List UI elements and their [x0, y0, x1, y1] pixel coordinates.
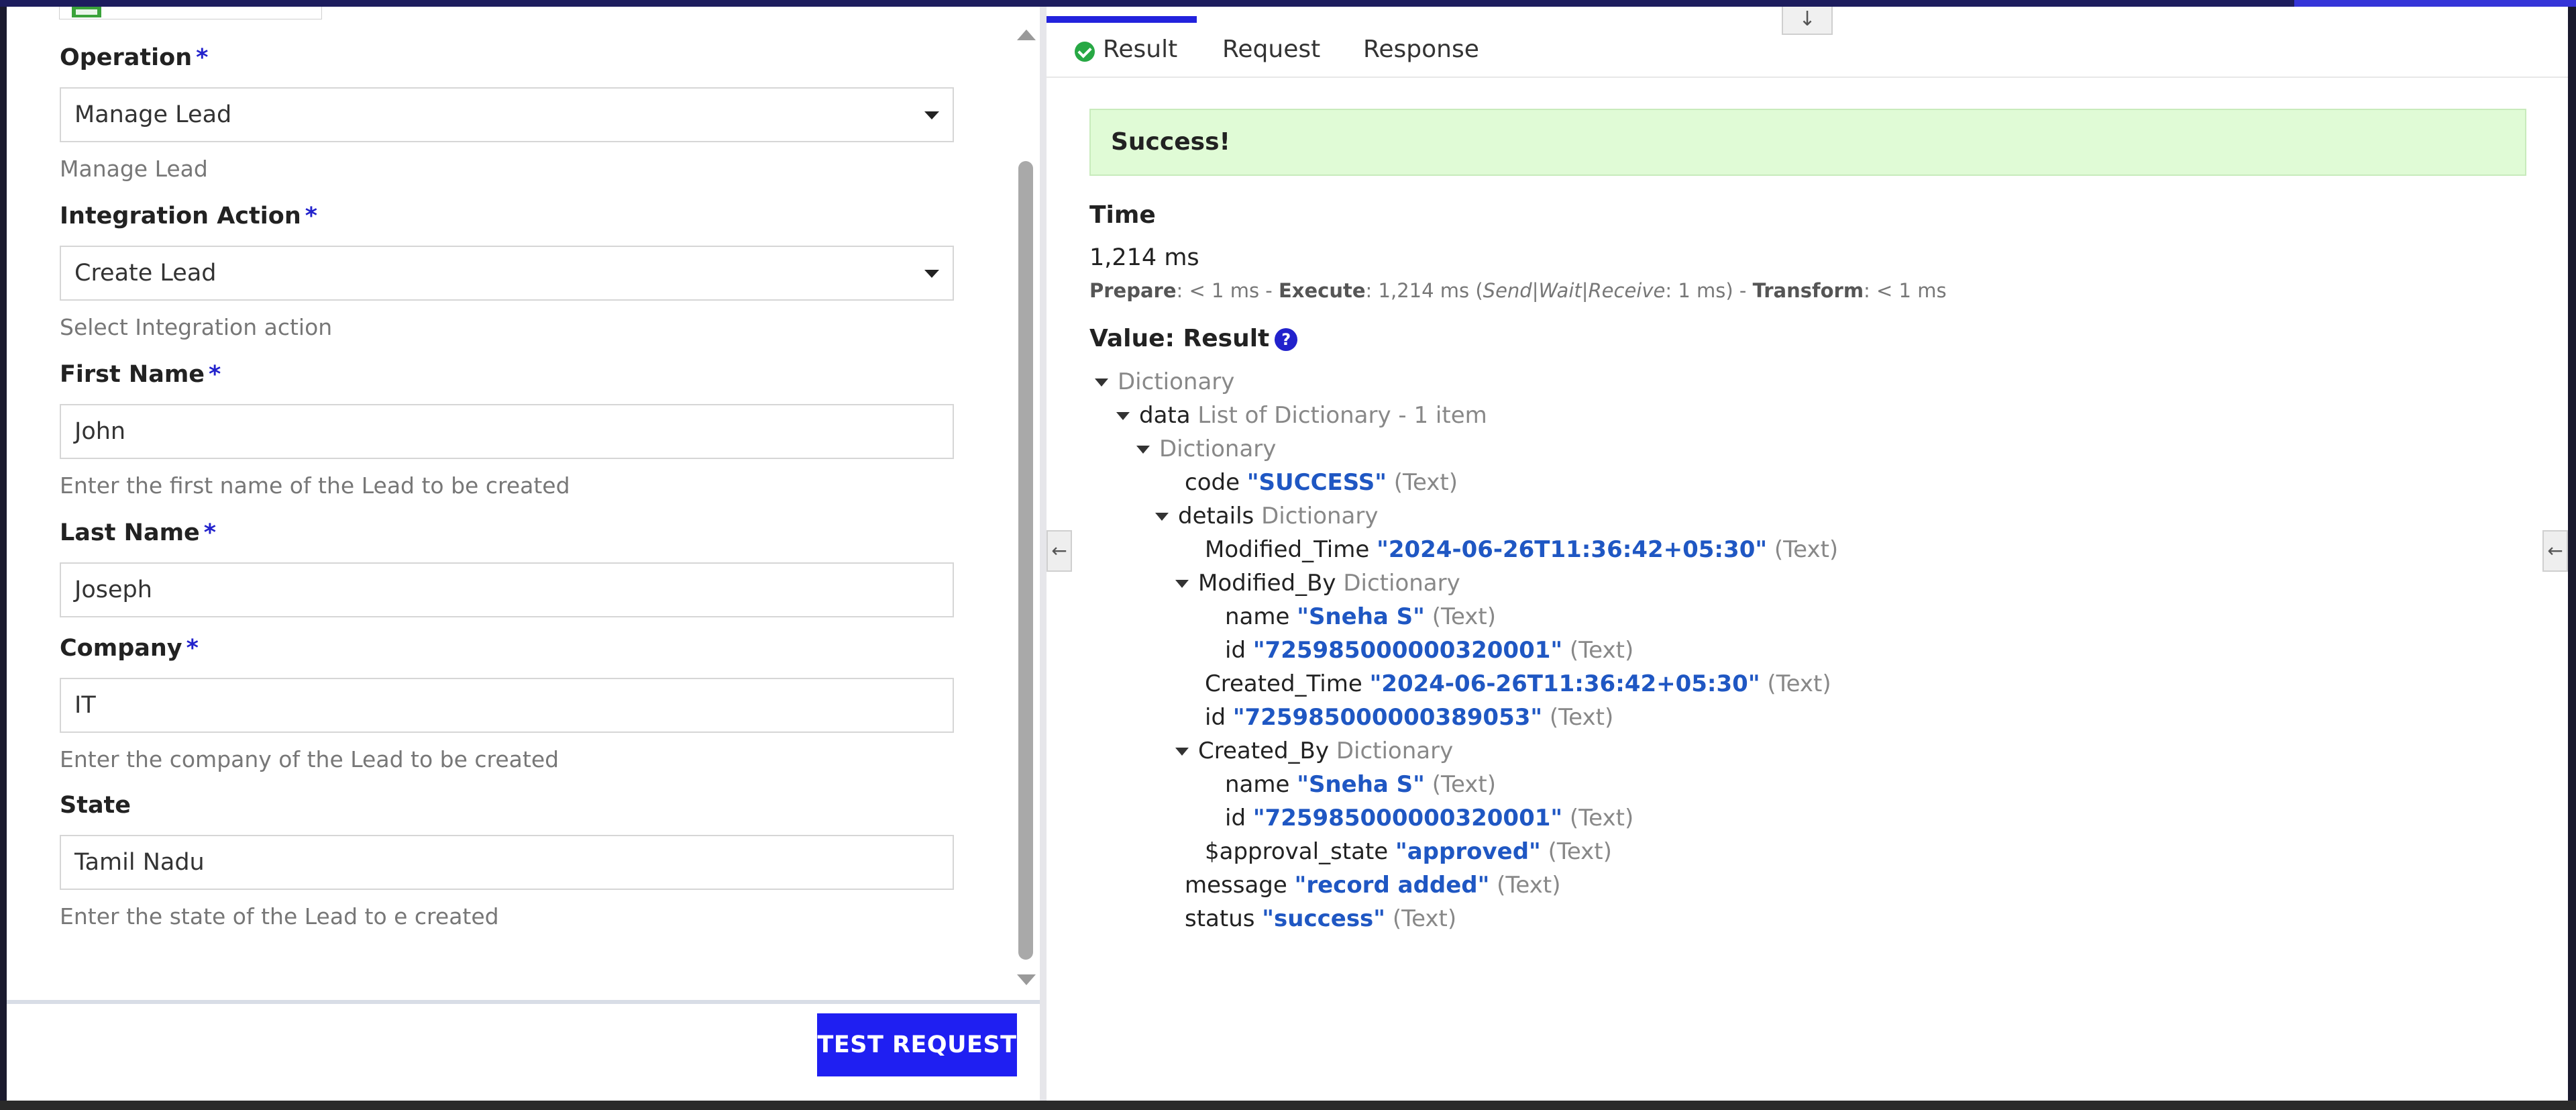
time-breakdown: Prepare: < 1 ms - Execute: 1,214 ms (Sen… [1089, 279, 1947, 302]
success-banner: Success! [1089, 109, 2526, 176]
state-input[interactable]: Tamil Nadu [60, 835, 954, 890]
company-label: Company * [60, 635, 199, 662]
required-mark: * [305, 203, 318, 230]
first-name-label: First Name * [60, 361, 221, 388]
test-request-button[interactable]: TEST REQUEST [817, 1013, 1017, 1076]
tree-leaf: Created_Time "2024-06-26T11:36:42+05:30"… [1205, 670, 1831, 697]
tree-node[interactable]: data List of Dictionary - 1 item [1116, 401, 1487, 430]
table-icon [72, 7, 101, 17]
tree-node[interactable]: Modified_By Dictionary [1175, 568, 1460, 598]
tree-leaf: id "725985000000320001" (Text) [1225, 637, 1634, 664]
tree-node[interactable]: Created_By Dictionary [1175, 736, 1453, 766]
expand-triangle-icon[interactable] [1175, 580, 1189, 588]
taskbar-strip [0, 1101, 2576, 1110]
required-mark: * [203, 519, 217, 546]
tree-leaf: id "725985000000320001" (Text) [1225, 805, 1634, 831]
operation-help: Manage Lead [60, 156, 208, 182]
chevron-down-icon [924, 111, 939, 119]
operation-select[interactable]: Manage Lead [60, 87, 954, 142]
tab-response[interactable]: Response [1363, 16, 1479, 75]
integration-action-select[interactable]: Create Lead [60, 246, 954, 301]
value-title: Value: Result? [1089, 325, 1298, 352]
state-label: State [60, 792, 131, 819]
tree-node[interactable]: Dictionary [1095, 367, 1234, 397]
panel-divider[interactable] [1040, 7, 1046, 1101]
scroll-up-arrow-icon[interactable] [1017, 30, 1036, 40]
chevron-down-icon [924, 270, 939, 278]
help-circle-icon[interactable]: ? [1275, 328, 1298, 351]
first-name-input[interactable]: John [60, 404, 954, 459]
required-mark: * [209, 361, 221, 388]
form-scroll-area[interactable]: Operation * Manage Lead Manage Lead Integ… [7, 7, 1040, 1000]
window-top-accent [2294, 0, 2576, 7]
expand-triangle-icon[interactable] [1136, 446, 1150, 454]
expand-triangle-icon[interactable] [1175, 748, 1189, 756]
tree-node[interactable]: Dictionary [1136, 434, 1276, 464]
expand-triangle-icon[interactable] [1095, 379, 1108, 387]
tree-leaf: name "Sneha S" (Text) [1225, 603, 1496, 630]
left-arrow-icon[interactable]: ← [1046, 530, 1072, 572]
required-mark: * [196, 44, 209, 71]
operation-label: Operation * [60, 44, 209, 71]
response-panel: Result Request Response ↓ ← ← Success! T… [1046, 7, 2568, 1101]
required-mark: * [186, 635, 199, 662]
first-name-help: Enter the first name of the Lead to be c… [60, 472, 570, 499]
check-circle-icon [1075, 42, 1095, 62]
tree-leaf: id "725985000000389053" (Text) [1205, 704, 1614, 731]
time-title: Time [1089, 201, 1156, 229]
left-arrow-icon[interactable]: ← [2542, 530, 2568, 572]
expand-triangle-icon[interactable] [1155, 513, 1169, 521]
tree-leaf: name "Sneha S" (Text) [1225, 771, 1496, 798]
tree-leaf: code "SUCCESS" (Text) [1185, 469, 1458, 496]
scrollbar-thumb[interactable] [1018, 161, 1033, 960]
last-name-input[interactable]: Joseph [60, 562, 954, 617]
request-form-panel: Operation * Manage Lead Manage Lead Integ… [7, 7, 1040, 1105]
tree-leaf: message "record added" (Text) [1185, 872, 1561, 899]
integration-action-label: Integration Action * [60, 203, 318, 230]
state-help: Enter the state of the Lead to e created [60, 903, 499, 929]
window-top-bar [0, 0, 2576, 7]
expand-triangle-icon[interactable] [1116, 412, 1130, 420]
company-help: Enter the company of the Lead to be crea… [60, 746, 559, 772]
company-input[interactable]: IT [60, 678, 954, 733]
integration-action-help: Select Integration action [60, 314, 333, 340]
last-name-label: Last Name * [60, 519, 217, 546]
tab-request[interactable]: Request [1222, 16, 1320, 75]
tree-leaf: status "success" (Text) [1185, 905, 1457, 932]
time-value: 1,214 ms [1089, 244, 1199, 271]
scroll-down-arrow-icon[interactable] [1017, 974, 1036, 985]
connector-tab[interactable] [59, 7, 322, 19]
tree-node[interactable]: details Dictionary [1155, 501, 1378, 531]
down-arrow-icon[interactable]: ↓ [1782, 7, 1833, 35]
tree-leaf: Modified_Time "2024-06-26T11:36:42+05:30… [1205, 536, 1839, 563]
tree-leaf: $approval_state "approved" (Text) [1205, 838, 1612, 865]
tab-result[interactable]: Result [1103, 16, 1177, 75]
